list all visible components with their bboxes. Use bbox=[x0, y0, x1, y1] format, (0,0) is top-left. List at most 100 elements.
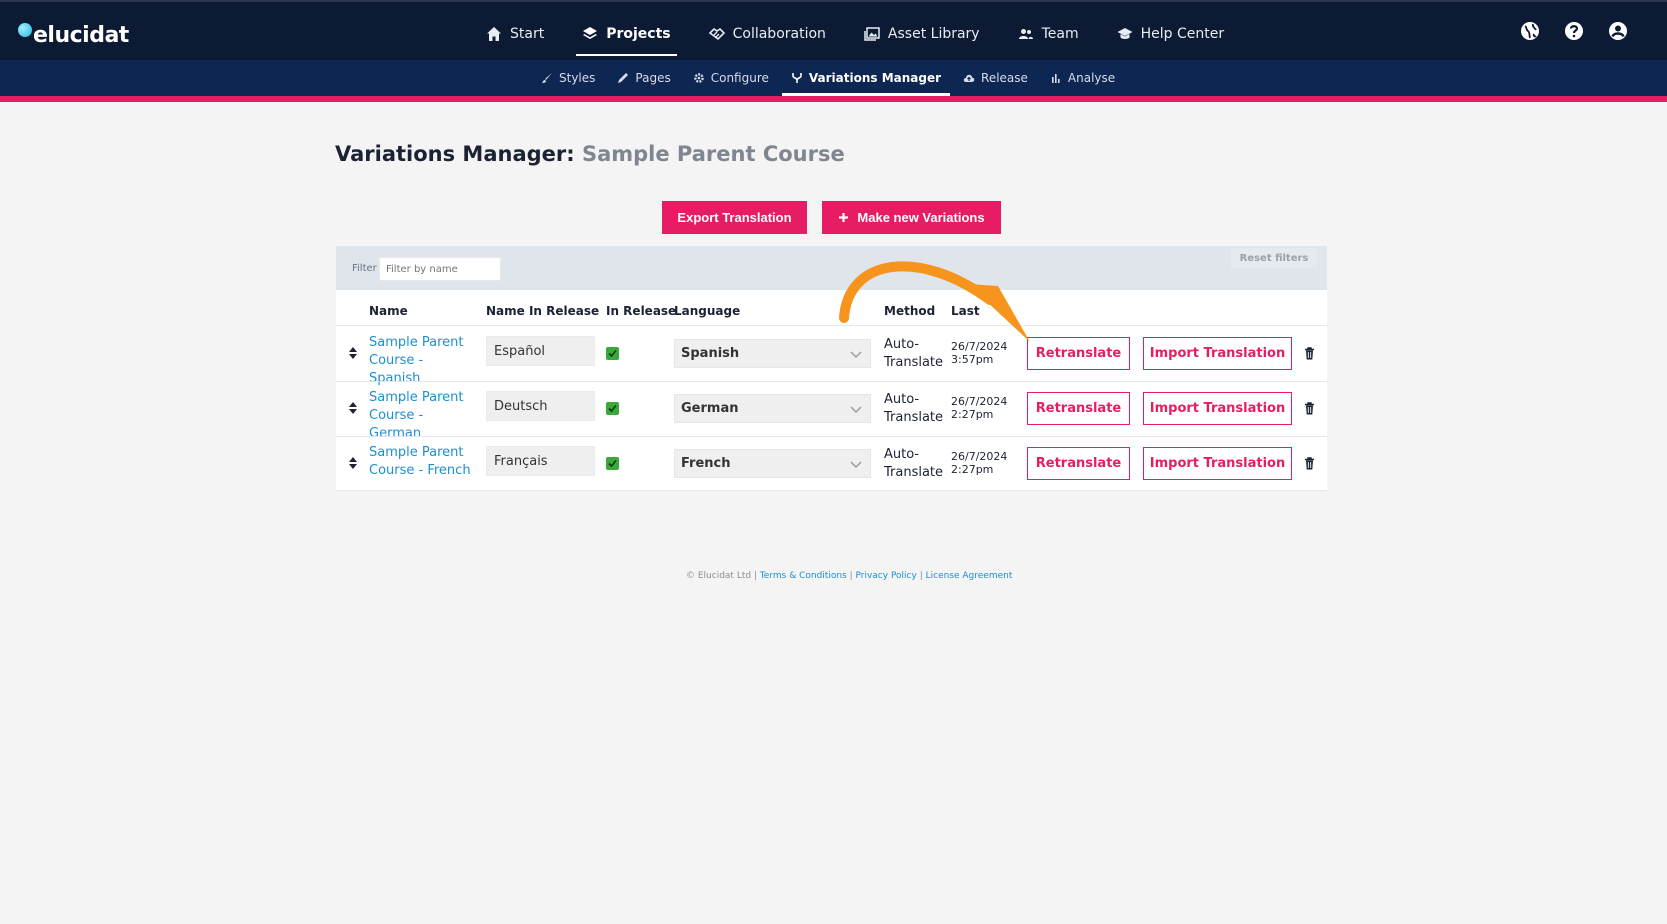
retranslate-button[interactable]: Retranslate bbox=[1027, 337, 1130, 370]
user-icon[interactable] bbox=[1607, 20, 1629, 42]
sub-nav-analyse[interactable]: Analyse bbox=[1041, 60, 1124, 96]
variation-name-link[interactable]: Sample Parent Course - Spanish bbox=[369, 334, 473, 388]
export-translation-button[interactable]: Export Translation bbox=[662, 201, 807, 234]
language-select-value: Spanish bbox=[681, 346, 740, 361]
language-select-value: French bbox=[681, 456, 731, 471]
in-release-checkbox[interactable] bbox=[606, 457, 619, 470]
variation-name-link[interactable]: Sample Parent Course - German bbox=[369, 389, 473, 443]
name-in-release-input[interactable] bbox=[486, 391, 595, 421]
header-in-release[interactable]: In Release bbox=[606, 304, 676, 318]
elucidat-logo[interactable]: elucidat bbox=[18, 20, 129, 50]
privacy-link[interactable]: Privacy Policy bbox=[856, 571, 917, 581]
main-nav-asset-library[interactable]: Asset Library bbox=[858, 16, 986, 52]
trash-icon[interactable] bbox=[1304, 402, 1315, 415]
main-nav-label: Collaboration bbox=[732, 26, 826, 42]
chevron-down-icon bbox=[850, 406, 862, 413]
check-icon bbox=[608, 404, 617, 413]
graduation-cap-icon bbox=[1117, 28, 1133, 39]
table-row: Sample Parent Course - French French Aut… bbox=[336, 436, 1327, 491]
name-in-release-input[interactable] bbox=[486, 336, 595, 366]
method-cell: Auto- Translate bbox=[884, 391, 943, 427]
drag-sort-icon[interactable] bbox=[348, 346, 358, 360]
sub-nav-configure[interactable]: Configure bbox=[684, 60, 778, 96]
retranslate-button[interactable]: Retranslate bbox=[1027, 392, 1130, 425]
method-cell: Auto- Translate bbox=[884, 446, 943, 482]
brush-icon bbox=[542, 73, 552, 83]
main-nav-collaboration[interactable]: Collaboration bbox=[703, 16, 832, 52]
plus-icon bbox=[839, 213, 849, 222]
logo-dot-icon bbox=[18, 23, 32, 37]
sub-nav-pages[interactable]: Pages bbox=[608, 60, 679, 96]
main-nav: Start Projects Collaboration Asset Libra… bbox=[480, 2, 1256, 62]
cloud-upload-icon bbox=[963, 74, 975, 82]
bar-chart-icon bbox=[1051, 74, 1060, 83]
filter-label: Filter bbox=[352, 263, 377, 274]
variation-name-link[interactable]: Sample Parent Course - French bbox=[369, 444, 473, 480]
main-nav-label: Help Center bbox=[1140, 26, 1225, 42]
variation-name-line: Sample Parent bbox=[369, 445, 464, 460]
drag-sort-icon[interactable] bbox=[348, 456, 358, 470]
make-new-variations-label: Make new Variations bbox=[857, 210, 985, 225]
import-translation-button[interactable]: Import Translation bbox=[1143, 337, 1292, 370]
last-updated-date: 26/7/2024 bbox=[951, 450, 1008, 463]
sub-nav-label: Release bbox=[981, 71, 1028, 85]
main-nav-team[interactable]: Team bbox=[1012, 16, 1085, 52]
page-title-course: Sample Parent Course bbox=[581, 142, 845, 166]
chevron-down-icon bbox=[850, 461, 862, 468]
last-updated-date: 26/7/2024 bbox=[951, 395, 1008, 408]
name-in-release-input[interactable] bbox=[486, 446, 595, 476]
import-translation-button[interactable]: Import Translation bbox=[1143, 392, 1292, 425]
drag-sort-icon[interactable] bbox=[348, 401, 358, 415]
license-link[interactable]: License Agreement bbox=[926, 571, 1013, 581]
in-release-checkbox[interactable] bbox=[606, 347, 619, 360]
users-icon bbox=[1018, 29, 1033, 39]
logo-text: elucidat bbox=[33, 22, 129, 48]
method-line: Translate bbox=[884, 410, 944, 425]
images-icon bbox=[864, 27, 880, 41]
table-row: Sample Parent Course - German German Aut… bbox=[336, 381, 1327, 441]
main-nav-help-center[interactable]: Help Center bbox=[1111, 16, 1231, 52]
check-icon bbox=[608, 349, 617, 358]
last-updated-time: 2:27pm bbox=[951, 408, 994, 421]
reset-filters-button[interactable]: Reset filters bbox=[1231, 248, 1317, 268]
header-name-in-release[interactable]: Name In Release bbox=[486, 304, 599, 318]
header-icons bbox=[1519, 20, 1629, 42]
language-select[interactable]: French bbox=[674, 449, 871, 478]
sub-nav-label: Configure bbox=[710, 71, 769, 85]
sub-nav-label: Styles bbox=[559, 71, 596, 85]
row-divider bbox=[336, 490, 1327, 491]
sub-nav-label: Variations Manager bbox=[808, 71, 942, 85]
trash-icon[interactable] bbox=[1304, 347, 1315, 360]
language-select[interactable]: German bbox=[674, 394, 871, 423]
variation-name-line: Course - French bbox=[369, 463, 471, 478]
pencil-icon bbox=[618, 73, 629, 83]
page-title-prefix: Variations Manager: bbox=[335, 142, 575, 166]
header-language[interactable]: Language bbox=[674, 304, 740, 318]
main-nav-label: Projects bbox=[606, 26, 671, 42]
terms-link[interactable]: Terms & Conditions bbox=[760, 571, 847, 581]
handshake-icon bbox=[708, 27, 725, 41]
filter-input[interactable] bbox=[379, 257, 501, 281]
sub-nav-release[interactable]: Release bbox=[954, 60, 1037, 96]
language-select-value: German bbox=[681, 401, 739, 416]
main-nav-start[interactable]: Start bbox=[480, 16, 550, 52]
sub-nav-variations-manager[interactable]: Variations Manager bbox=[781, 60, 951, 96]
import-translation-button[interactable]: Import Translation bbox=[1143, 447, 1292, 480]
method-line: Translate bbox=[884, 465, 944, 480]
make-new-variations-button[interactable]: Make new Variations bbox=[822, 201, 1001, 234]
top-bar: elucidat Start Projects Collaboration As… bbox=[0, 0, 1667, 60]
retranslate-button[interactable]: Retranslate bbox=[1027, 447, 1130, 480]
footer: © Elucidat Ltd | Terms & Conditions | Pr… bbox=[686, 571, 1013, 581]
footer-copyright: © Elucidat Ltd bbox=[686, 571, 752, 581]
header-name[interactable]: Name bbox=[369, 304, 408, 318]
trash-icon[interactable] bbox=[1304, 457, 1315, 470]
in-release-checkbox[interactable] bbox=[606, 402, 619, 415]
main-nav-label: Asset Library bbox=[887, 26, 980, 42]
globe-icon[interactable] bbox=[1519, 20, 1541, 42]
sub-nav-styles[interactable]: Styles bbox=[532, 60, 604, 96]
help-icon[interactable] bbox=[1563, 20, 1585, 42]
gear-icon bbox=[693, 73, 704, 83]
method-line: Auto- bbox=[884, 392, 920, 407]
fork-icon bbox=[792, 73, 802, 83]
main-nav-projects[interactable]: Projects bbox=[576, 16, 678, 56]
